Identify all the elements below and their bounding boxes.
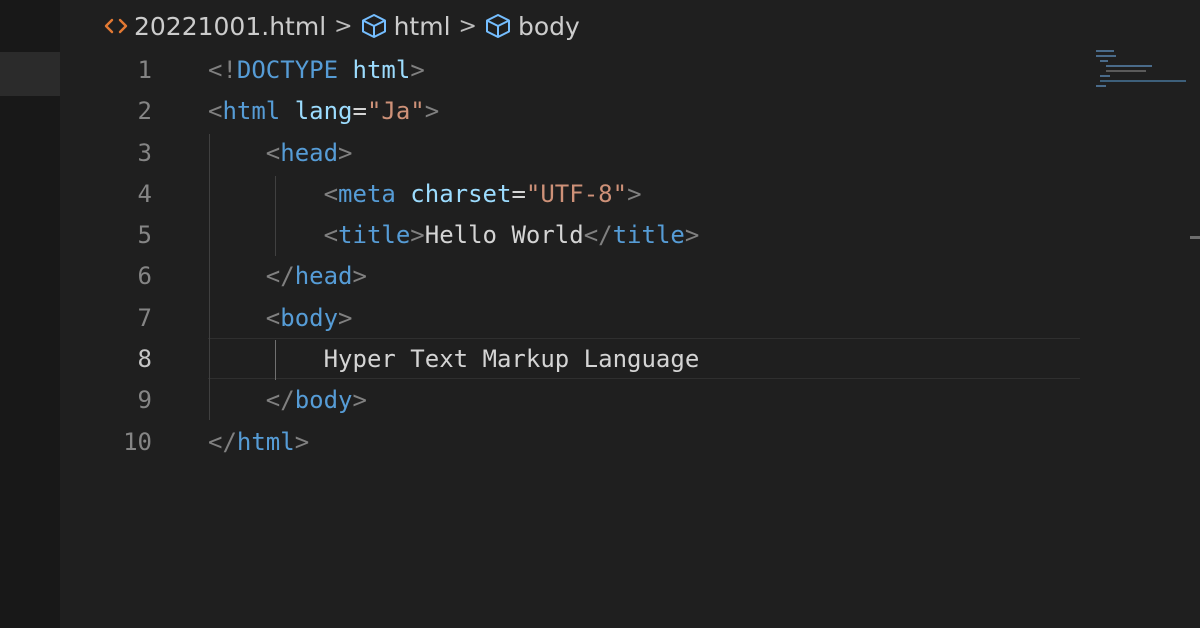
code-token: > <box>352 386 367 415</box>
code-token: <! <box>208 56 237 84</box>
line-number: 6 <box>137 262 152 291</box>
code-token: < <box>323 221 339 250</box>
code-token: > <box>424 97 440 126</box>
cube-icon <box>360 12 388 40</box>
line-content: <html lang="Ja"> <box>208 91 439 132</box>
line-content: <body> <box>208 298 353 339</box>
chevron-right-icon: > <box>458 13 477 39</box>
code-token: head <box>294 262 353 291</box>
line-content: </body> <box>208 380 367 421</box>
line-content: </html> <box>208 422 309 463</box>
code-area[interactable]: 1 <!DOCTYPE html> 2 <html lang="Ja"> 3 <head… <box>0 50 1090 463</box>
code-token: > <box>338 138 353 167</box>
chevron-right-icon: > <box>334 13 353 39</box>
code-token: < <box>265 303 281 332</box>
line-content: Hyper Text Markup Language <box>208 339 700 380</box>
code-token: </ <box>265 262 295 291</box>
code-token: > <box>410 221 425 250</box>
code-token: = <box>352 97 367 126</box>
line-number: 8 <box>137 345 152 374</box>
code-token: body <box>280 303 339 332</box>
code-token: = <box>511 179 526 208</box>
line-number: 9 <box>137 386 152 415</box>
code-token: < <box>208 97 223 126</box>
code-token: lang <box>294 97 353 126</box>
code-line[interactable]: 8 Hyper Text Markup Language <box>0 339 1090 380</box>
code-token: title <box>338 221 411 250</box>
code-token: meta <box>338 179 396 208</box>
code-line[interactable]: 9 </body> <box>0 380 1090 421</box>
scrollbar-cursor-marker <box>1190 236 1200 239</box>
line-number: 2 <box>137 97 152 126</box>
line-content: <!DOCTYPE html> <box>208 50 425 91</box>
code-token: Hello World <box>424 221 584 250</box>
code-token: > <box>294 427 310 456</box>
code-line[interactable]: 5 <title>Hello World</title> <box>0 215 1090 256</box>
line-number: 4 <box>137 179 152 208</box>
code-token: Hyper Text Markup Language <box>323 345 700 374</box>
code-line[interactable]: 10 </html> <box>0 422 1090 463</box>
code-token: </ <box>583 221 613 250</box>
line-number: 1 <box>137 56 152 84</box>
cube-icon <box>484 12 512 40</box>
code-token: DOCTYPE <box>236 56 339 84</box>
code-editor[interactable]: 20221001.html > html > body 1 <!DOCTYPE h… <box>0 0 1200 628</box>
code-token: > <box>410 56 425 84</box>
code-line[interactable]: 3 <head> <box>0 133 1090 174</box>
code-token: < <box>323 179 339 208</box>
code-line[interactable]: 2 <html lang="Ja"> <box>0 91 1090 132</box>
code-token: > <box>338 303 353 332</box>
code-token: > <box>627 179 642 208</box>
code-token: charset <box>410 179 512 208</box>
minimap[interactable] <box>1092 48 1188 88</box>
code-line[interactable]: 7 <body> <box>0 298 1090 339</box>
line-content: <meta charset="UTF-8"> <box>208 174 642 215</box>
code-token: > <box>352 262 367 291</box>
code-token: html <box>222 97 281 126</box>
code-token: "UTF-8" <box>525 179 628 208</box>
code-token: </ <box>208 427 237 456</box>
breadcrumb-html[interactable]: html <box>394 12 451 41</box>
code-token: "Ja" <box>366 97 425 126</box>
html-file-icon <box>104 16 128 36</box>
code-token: > <box>684 221 700 250</box>
code-line[interactable]: 4 <meta charset="UTF-8"> <box>0 174 1090 215</box>
line-number: 10 <box>123 427 152 456</box>
line-number: 5 <box>137 221 152 250</box>
line-content: </head> <box>208 256 367 297</box>
line-content: <head> <box>208 133 353 174</box>
breadcrumb-body[interactable]: body <box>518 12 580 41</box>
code-token: head <box>280 138 339 167</box>
code-token: html <box>236 427 295 456</box>
code-token: </ <box>265 386 295 415</box>
code-line[interactable]: 6 </head> <box>0 256 1090 297</box>
code-token: body <box>294 386 353 415</box>
line-number: 3 <box>137 138 152 167</box>
line-content: <title>Hello World</title> <box>208 215 700 256</box>
breadcrumb-file[interactable]: 20221001.html <box>134 12 326 41</box>
code-token: html <box>352 56 411 84</box>
code-token: title <box>612 221 685 250</box>
breadcrumb: 20221001.html > html > body <box>104 9 580 43</box>
code-token: < <box>265 138 281 167</box>
line-number: 7 <box>137 303 152 332</box>
code-line[interactable]: 1 <!DOCTYPE html> <box>0 50 1090 91</box>
